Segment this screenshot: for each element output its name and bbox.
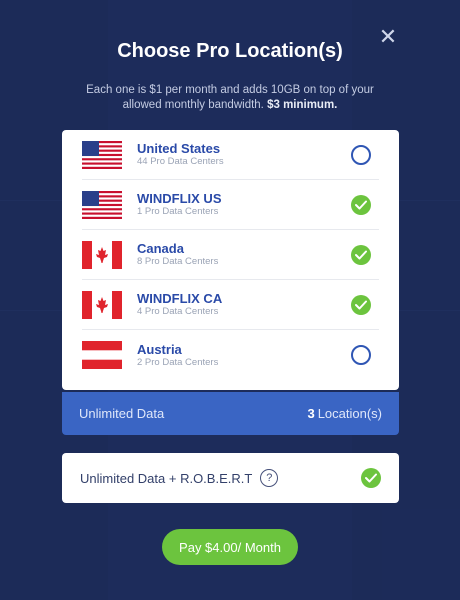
location-row-united-states[interactable]: United States 44 Pro Data Centers [82,130,379,180]
location-row-canada[interactable]: Canada 8 Pro Data Centers [82,230,379,280]
location-centers: 1 Pro Data Centers [137,206,219,217]
help-icon[interactable]: ? [260,469,279,487]
modal-subtitle: Each one is $1 per month and adds 10GB o… [80,83,380,113]
location-count: 3 Location(s) [307,406,382,421]
location-row-austria[interactable]: Austria 2 Pro Data Centers [82,330,379,380]
checkmark-icon[interactable] [361,468,381,488]
location-centers: 8 Pro Data Centers [137,256,219,267]
location-centers: 2 Pro Data Centers [137,356,219,368]
location-name: United States [137,141,221,156]
addon-label: Unlimited Data + R.O.B.E.R.T [80,470,253,486]
modal-title: Choose Pro Location(s) [117,40,343,62]
location-name: Austria [137,341,182,357]
location-centers: 4 Pro Data Centers [137,306,219,317]
unchecked-circle-icon[interactable] [351,144,371,165]
location-centers: 44 Pro Data Centers [137,156,224,167]
austria-flag-icon [82,341,122,369]
checkmark-icon[interactable] [351,194,371,215]
robert-addon-option[interactable]: Unlimited Data + R.O.B.E.R.T ? [62,453,399,503]
subtitle-minimum: $3 minimum. [267,99,338,111]
checkmark-icon[interactable] [351,244,371,265]
canada-flag-icon [82,290,122,319]
checkmark-icon[interactable] [351,294,371,315]
location-name: Canada [137,241,184,256]
us-flag-icon [82,140,122,169]
unchecked-circle-icon[interactable] [351,345,371,365]
selection-summary: Unlimited Data 3 Location(s) [62,392,399,435]
location-list: United States 44 Pro Data Centers WINDFL… [62,130,399,390]
summary-label: Unlimited Data [79,406,165,421]
us-flag-icon [82,190,122,219]
pay-button[interactable]: Pay $4.00/ Month [162,529,298,565]
location-name: WINDFLIX CA [137,291,223,306]
location-row-windflix-ca[interactable]: WINDFLIX CA 4 Pro Data Centers [82,280,379,330]
location-row-windflix-us[interactable]: WINDFLIX US 1 Pro Data Centers [82,180,379,230]
location-name: WINDFLIX US [137,191,222,206]
location-count-value: 3 [307,406,315,421]
location-count-suffix: Location(s) [317,406,382,421]
canada-flag-icon [82,240,122,269]
